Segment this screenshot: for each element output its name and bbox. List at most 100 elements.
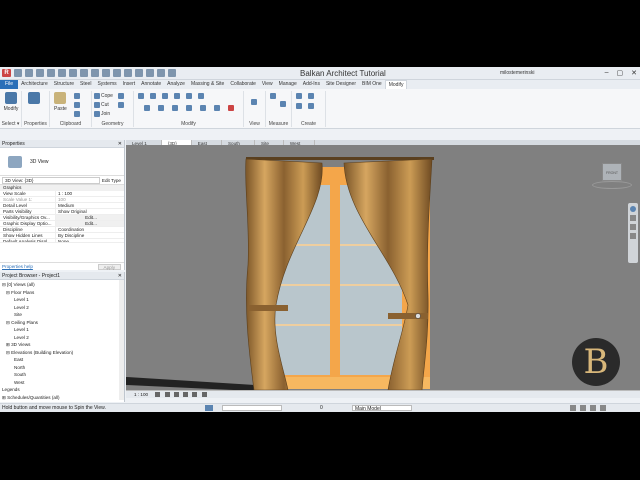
cut-clip-button[interactable]	[74, 102, 80, 108]
undo-icon[interactable]	[47, 69, 55, 77]
tree-item[interactable]: South	[0, 371, 124, 379]
offset-button[interactable]	[150, 93, 156, 99]
close-icon[interactable]: ✕	[631, 69, 637, 77]
view-scale[interactable]: 1 : 100	[126, 392, 148, 397]
close-hidden-icon[interactable]	[146, 69, 154, 77]
drag-elements-icon[interactable]	[600, 405, 606, 411]
instance-selector[interactable]: 3D View: {3D}	[2, 176, 100, 184]
maximize-icon[interactable]: ▢	[617, 69, 624, 77]
mirror-axis-button[interactable]	[162, 93, 168, 99]
match-button[interactable]	[74, 111, 80, 117]
delete-button[interactable]	[228, 105, 234, 111]
tab-systems[interactable]: Systems	[94, 80, 119, 89]
tree-item[interactable]: ⊟ [0] Views (all)	[0, 281, 124, 289]
pin-button[interactable]	[214, 105, 220, 111]
paint-button[interactable]	[118, 93, 124, 99]
worksharing-icon[interactable]	[205, 405, 213, 411]
create-similar-button[interactable]	[308, 103, 314, 109]
minimize-icon[interactable]: –	[605, 69, 609, 77]
crop-view-icon[interactable]	[192, 392, 198, 398]
create-assembly-button[interactable]	[296, 93, 302, 99]
join-button[interactable]: Join	[94, 111, 110, 117]
sun-path-icon[interactable]	[173, 392, 179, 398]
split-face-button[interactable]	[118, 102, 124, 108]
tree-item[interactable]: North	[0, 364, 124, 372]
thin-lines-icon[interactable]	[135, 69, 143, 77]
tab-collaborate[interactable]: Collaborate	[227, 80, 259, 89]
steering-wheel-icon[interactable]	[630, 206, 636, 212]
create-group-button[interactable]	[296, 103, 302, 109]
design-option-dropdown[interactable]: Main Model	[352, 405, 412, 412]
temporary-hide-icon[interactable]	[201, 392, 207, 398]
mirror-draw-button[interactable]	[174, 93, 180, 99]
tree-item[interactable]: ⊟ Floor Plans	[0, 289, 124, 297]
select-label[interactable]: Select ▾	[0, 121, 21, 127]
viewcube-compass[interactable]	[592, 181, 632, 189]
edit-type-button[interactable]: Edit Type	[102, 178, 124, 183]
tree-item[interactable]: Legends	[0, 386, 124, 394]
copy-element-button[interactable]	[172, 105, 178, 111]
shadows-icon[interactable]	[183, 392, 189, 398]
tab-annotate[interactable]: Annotate	[138, 80, 164, 89]
apply-button[interactable]: Apply	[97, 264, 121, 270]
orbit-icon[interactable]	[630, 233, 636, 239]
tab-steel[interactable]: Steel	[77, 80, 94, 89]
tree-item[interactable]: Level 2	[0, 304, 124, 312]
tree-item[interactable]: East	[0, 356, 124, 364]
tab-massing-site[interactable]: Massing & Site	[188, 80, 227, 89]
tree-item[interactable]: Level 1	[0, 326, 124, 334]
cope-button[interactable]: Cope	[94, 93, 113, 99]
user-name[interactable]: milostemerinski	[500, 70, 534, 76]
select-pinned-icon[interactable]	[580, 405, 586, 411]
tab-site-designer[interactable]: Site Designer	[323, 80, 359, 89]
cut-button[interactable]: Cut	[94, 102, 109, 108]
tab-architecture[interactable]: Architecture	[18, 80, 51, 89]
tree-item[interactable]: ⊞ 3D Views	[0, 341, 124, 349]
close-icon[interactable]: ✕	[118, 140, 122, 148]
hide-button[interactable]	[251, 99, 257, 105]
switch-windows-icon[interactable]	[157, 69, 165, 77]
curtain-model[interactable]	[126, 145, 640, 398]
array-button[interactable]	[186, 105, 192, 111]
tab-structure[interactable]: Structure	[51, 80, 77, 89]
save-icon[interactable]	[25, 69, 33, 77]
tab-file[interactable]: File	[0, 80, 19, 89]
trim-button[interactable]	[198, 93, 204, 99]
customize-qat-icon[interactable]	[168, 69, 176, 77]
3d-view-icon[interactable]	[113, 69, 121, 77]
tree-item[interactable]: Level 2	[0, 334, 124, 342]
tab-add-ins[interactable]: Add-Ins	[300, 80, 323, 89]
redo-icon[interactable]	[58, 69, 66, 77]
sync-icon[interactable]	[36, 69, 44, 77]
dimension-icon[interactable]	[91, 69, 99, 77]
pan-icon[interactable]	[630, 215, 636, 221]
close-icon[interactable]: ✕	[118, 272, 122, 280]
tree-item[interactable]: ⊟ Ceiling Plans	[0, 319, 124, 327]
tree-item[interactable]: ⊟ Elevations (Building Elevation)	[0, 349, 124, 357]
type-selector[interactable]: 3D View	[0, 148, 124, 176]
tab-bim-one[interactable]: BIM One	[359, 80, 385, 89]
tab-modify[interactable]: Modify	[384, 80, 408, 89]
revit-logo-icon[interactable]: R	[2, 69, 11, 77]
move-button[interactable]	[144, 105, 150, 111]
create-parts-button[interactable]	[308, 93, 314, 99]
detail-level-icon[interactable]	[155, 392, 161, 398]
tab-analyze[interactable]: Analyze	[164, 80, 188, 89]
tree-item[interactable]: Site	[0, 311, 124, 319]
scale-button[interactable]	[200, 105, 206, 111]
tree-item[interactable]: West	[0, 379, 124, 387]
print-icon[interactable]	[69, 69, 77, 77]
dimension-button[interactable]	[280, 101, 286, 107]
section-icon[interactable]	[124, 69, 132, 77]
browser-scrollbar[interactable]	[119, 280, 124, 400]
rotate-button[interactable]	[158, 105, 164, 111]
split-button[interactable]	[186, 93, 192, 99]
measure-icon[interactable]	[80, 69, 88, 77]
viewcube[interactable]: FRONT	[602, 163, 622, 181]
filter-icon[interactable]	[590, 405, 596, 411]
visual-style-icon[interactable]	[164, 392, 170, 398]
align-button[interactable]	[138, 93, 144, 99]
measure-button[interactable]	[270, 93, 276, 99]
modify-button[interactable]: Modify	[2, 92, 20, 112]
tab-manage[interactable]: Manage	[276, 80, 300, 89]
